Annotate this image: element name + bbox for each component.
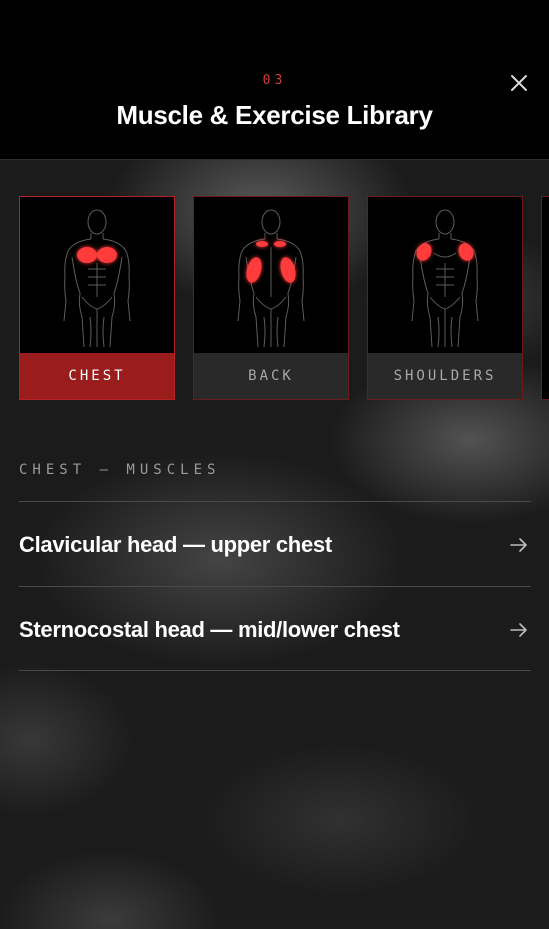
close-icon xyxy=(511,75,527,91)
section-label: CHEST — MUSCLES xyxy=(19,462,221,478)
muscle-card-shoulders[interactable]: SHOULDERS xyxy=(367,196,523,400)
arrow-right-icon xyxy=(510,623,527,637)
muscle-card-back[interactable]: BACK xyxy=(193,196,349,400)
muscle-card-next[interactable] xyxy=(541,196,549,400)
body-figure-back xyxy=(194,197,348,353)
list-item-label: Sternocostal head — mid/lower chest xyxy=(19,617,400,642)
list-item[interactable]: Sternocostal head — mid/lower chest xyxy=(19,586,531,671)
muscle-card-label: BACK xyxy=(194,353,348,399)
body-figure-chest xyxy=(20,197,174,353)
step-indicator: 03 xyxy=(262,73,287,88)
list-item-label: Clavicular head — upper chest xyxy=(19,532,332,557)
page-title: Muscle & Exercise Library xyxy=(116,100,433,130)
arrow-right-icon xyxy=(510,538,527,552)
muscle-card-label: CHEST xyxy=(20,353,174,399)
muscle-list: Clavicular head — upper chest Sternocost… xyxy=(19,501,531,671)
list-item[interactable]: Clavicular head — upper chest xyxy=(19,501,531,586)
muscle-card-label: SHOULDERS xyxy=(368,353,522,399)
muscle-group-carousel[interactable]: CHEST BACK SHOULDERS xyxy=(19,196,549,400)
header: 03 Muscle & Exercise Library xyxy=(0,0,549,160)
muscle-card-chest[interactable]: CHEST xyxy=(19,196,175,400)
body-figure-shoulders xyxy=(368,197,522,353)
close-button[interactable] xyxy=(506,70,532,96)
